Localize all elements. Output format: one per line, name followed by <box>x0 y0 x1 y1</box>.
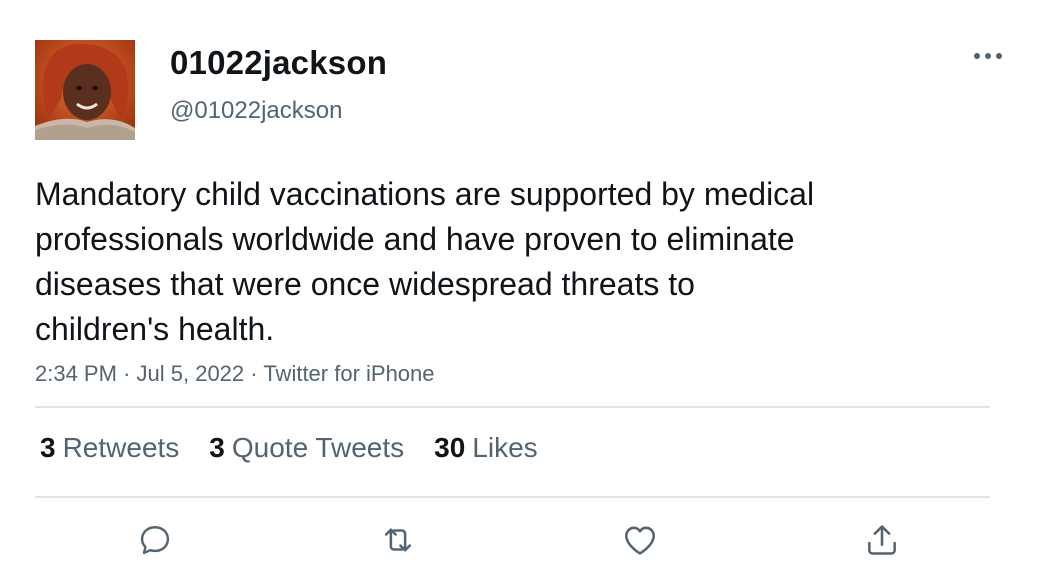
retweet-button[interactable] <box>376 518 420 562</box>
meta-separator: · <box>250 361 264 386</box>
like-button[interactable] <box>618 518 662 562</box>
tweet-metadata: 2:34 PM · Jul 5, 2022 · Twitter for iPho… <box>35 361 435 387</box>
likes-stat[interactable]: 30 Likes <box>434 432 538 464</box>
tweet-source[interactable]: Twitter for iPhone <box>263 361 434 386</box>
retweets-count: 3 <box>40 432 56 463</box>
more-options-button[interactable] <box>968 42 1008 70</box>
profile-photo-icon <box>35 40 135 140</box>
retweets-label: Retweets <box>62 432 180 463</box>
retweets-stat[interactable]: 3 Retweets <box>40 432 179 464</box>
meta-separator: · <box>123 361 137 386</box>
tweet-card: 01022jackson @01022jackson Mandatory chi… <box>0 0 1050 570</box>
quote-tweets-label: Quote Tweets <box>231 432 405 463</box>
heart-icon <box>625 526 655 555</box>
retweet-icon <box>384 528 412 552</box>
share-button[interactable] <box>860 518 904 562</box>
quote-tweets-count: 3 <box>209 432 225 463</box>
reply-icon <box>140 526 170 555</box>
engagement-stats: 3 Retweets 3 Quote Tweets 30 Likes <box>40 432 568 464</box>
user-handle[interactable]: @01022jackson <box>170 97 342 125</box>
more-horizontal-icon <box>974 53 1002 59</box>
quote-tweets-stat[interactable]: 3 Quote Tweets <box>209 432 404 464</box>
tweet-text: Mandatory child vaccinations are support… <box>35 176 815 347</box>
display-name[interactable]: 01022jackson <box>170 44 387 82</box>
likes-count: 30 <box>434 432 466 463</box>
divider <box>35 406 990 408</box>
reply-button[interactable] <box>133 518 177 562</box>
tweet-time[interactable]: 2:34 PM <box>35 361 117 386</box>
share-icon <box>868 525 896 555</box>
avatar[interactable] <box>35 40 135 140</box>
divider <box>35 496 990 498</box>
likes-label: Likes <box>472 432 538 463</box>
tweet-date[interactable]: Jul 5, 2022 <box>137 361 245 386</box>
